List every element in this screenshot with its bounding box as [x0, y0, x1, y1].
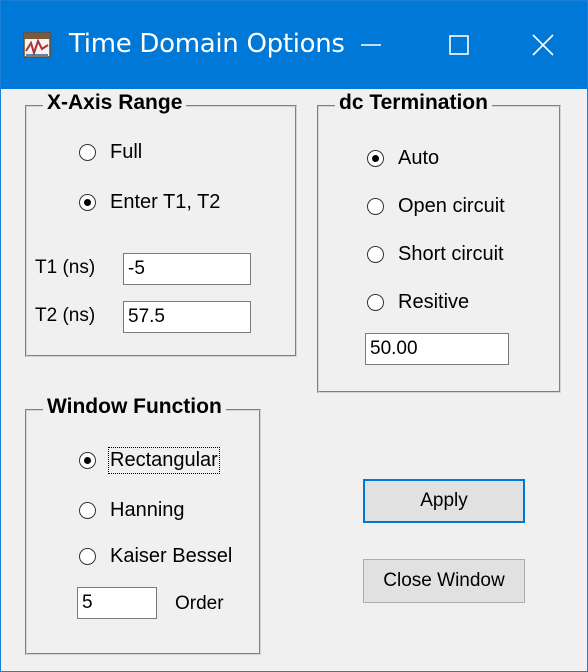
t2-label: T2 (ns): [35, 305, 96, 326]
order-label: Order: [175, 593, 224, 614]
radio-full[interactable]: Full: [79, 141, 142, 164]
radio-short-circuit[interactable]: Short circuit: [367, 243, 504, 266]
radio-circle[interactable]: [367, 150, 384, 167]
t1-label: T1 (ns): [35, 257, 96, 278]
close-icon: [532, 34, 554, 56]
radio-rectangular[interactable]: Rectangular: [79, 447, 220, 474]
radio-circle[interactable]: [79, 548, 96, 565]
radio-short-circuit-label: Short circuit: [398, 243, 504, 265]
radio-circle[interactable]: [79, 144, 96, 161]
radio-circle[interactable]: [79, 452, 96, 469]
x-axis-range-group: X-Axis Range Full Enter T1, T2 T1 (ns) -…: [25, 91, 297, 357]
radio-circle[interactable]: [367, 198, 384, 215]
t1-input[interactable]: -5: [123, 253, 251, 285]
app-icon: [23, 31, 51, 59]
radio-circle[interactable]: [367, 246, 384, 263]
window-title: Time Domain Options: [69, 29, 345, 59]
t2-input[interactable]: 57.5: [123, 301, 251, 333]
radio-enter-t1-t2-label: Enter T1, T2: [110, 191, 221, 213]
x-axis-range-title: X-Axis Range: [43, 91, 187, 115]
close-button[interactable]: [499, 1, 587, 89]
dc-termination-group: dc Termination Auto Open circuit Short c…: [317, 91, 561, 393]
time-domain-options-window: Time Domain Options X-Axis Range Full En…: [0, 0, 588, 672]
window-function-title: Window Function: [43, 395, 226, 419]
radio-rectangular-label: Rectangular: [108, 447, 220, 474]
radio-circle[interactable]: [79, 194, 96, 211]
radio-open-circuit[interactable]: Open circuit: [367, 195, 505, 218]
radio-circle[interactable]: [79, 502, 96, 519]
minimize-icon: [361, 44, 381, 46]
radio-full-label: Full: [110, 141, 143, 163]
maximize-icon: [449, 35, 469, 55]
radio-circle[interactable]: [367, 294, 384, 311]
dc-termination-title: dc Termination: [335, 91, 492, 115]
title-bar[interactable]: Time Domain Options: [1, 1, 587, 89]
radio-enter-t1-t2[interactable]: Enter T1, T2: [79, 191, 220, 214]
radio-kaiser-bessel-label: Kaiser Bessel: [110, 545, 233, 567]
radio-resistive[interactable]: Resitive: [367, 291, 469, 314]
radio-resistive-label: Resitive: [398, 291, 470, 313]
radio-open-circuit-label: Open circuit: [398, 195, 505, 217]
minimize-button[interactable]: [327, 1, 415, 89]
radio-auto[interactable]: Auto: [367, 147, 439, 170]
apply-button[interactable]: Apply: [363, 479, 525, 523]
radio-hanning[interactable]: Hanning: [79, 499, 185, 522]
radio-hanning-label: Hanning: [110, 499, 185, 521]
window-function-group: Window Function Rectangular Hanning Kais…: [25, 395, 261, 655]
resistance-input[interactable]: 50.00: [365, 333, 509, 365]
close-window-button[interactable]: Close Window: [363, 559, 525, 603]
radio-auto-label: Auto: [398, 147, 440, 169]
maximize-button[interactable]: [415, 1, 503, 89]
order-input[interactable]: 5: [77, 587, 157, 619]
radio-kaiser-bessel[interactable]: Kaiser Bessel: [79, 545, 232, 568]
